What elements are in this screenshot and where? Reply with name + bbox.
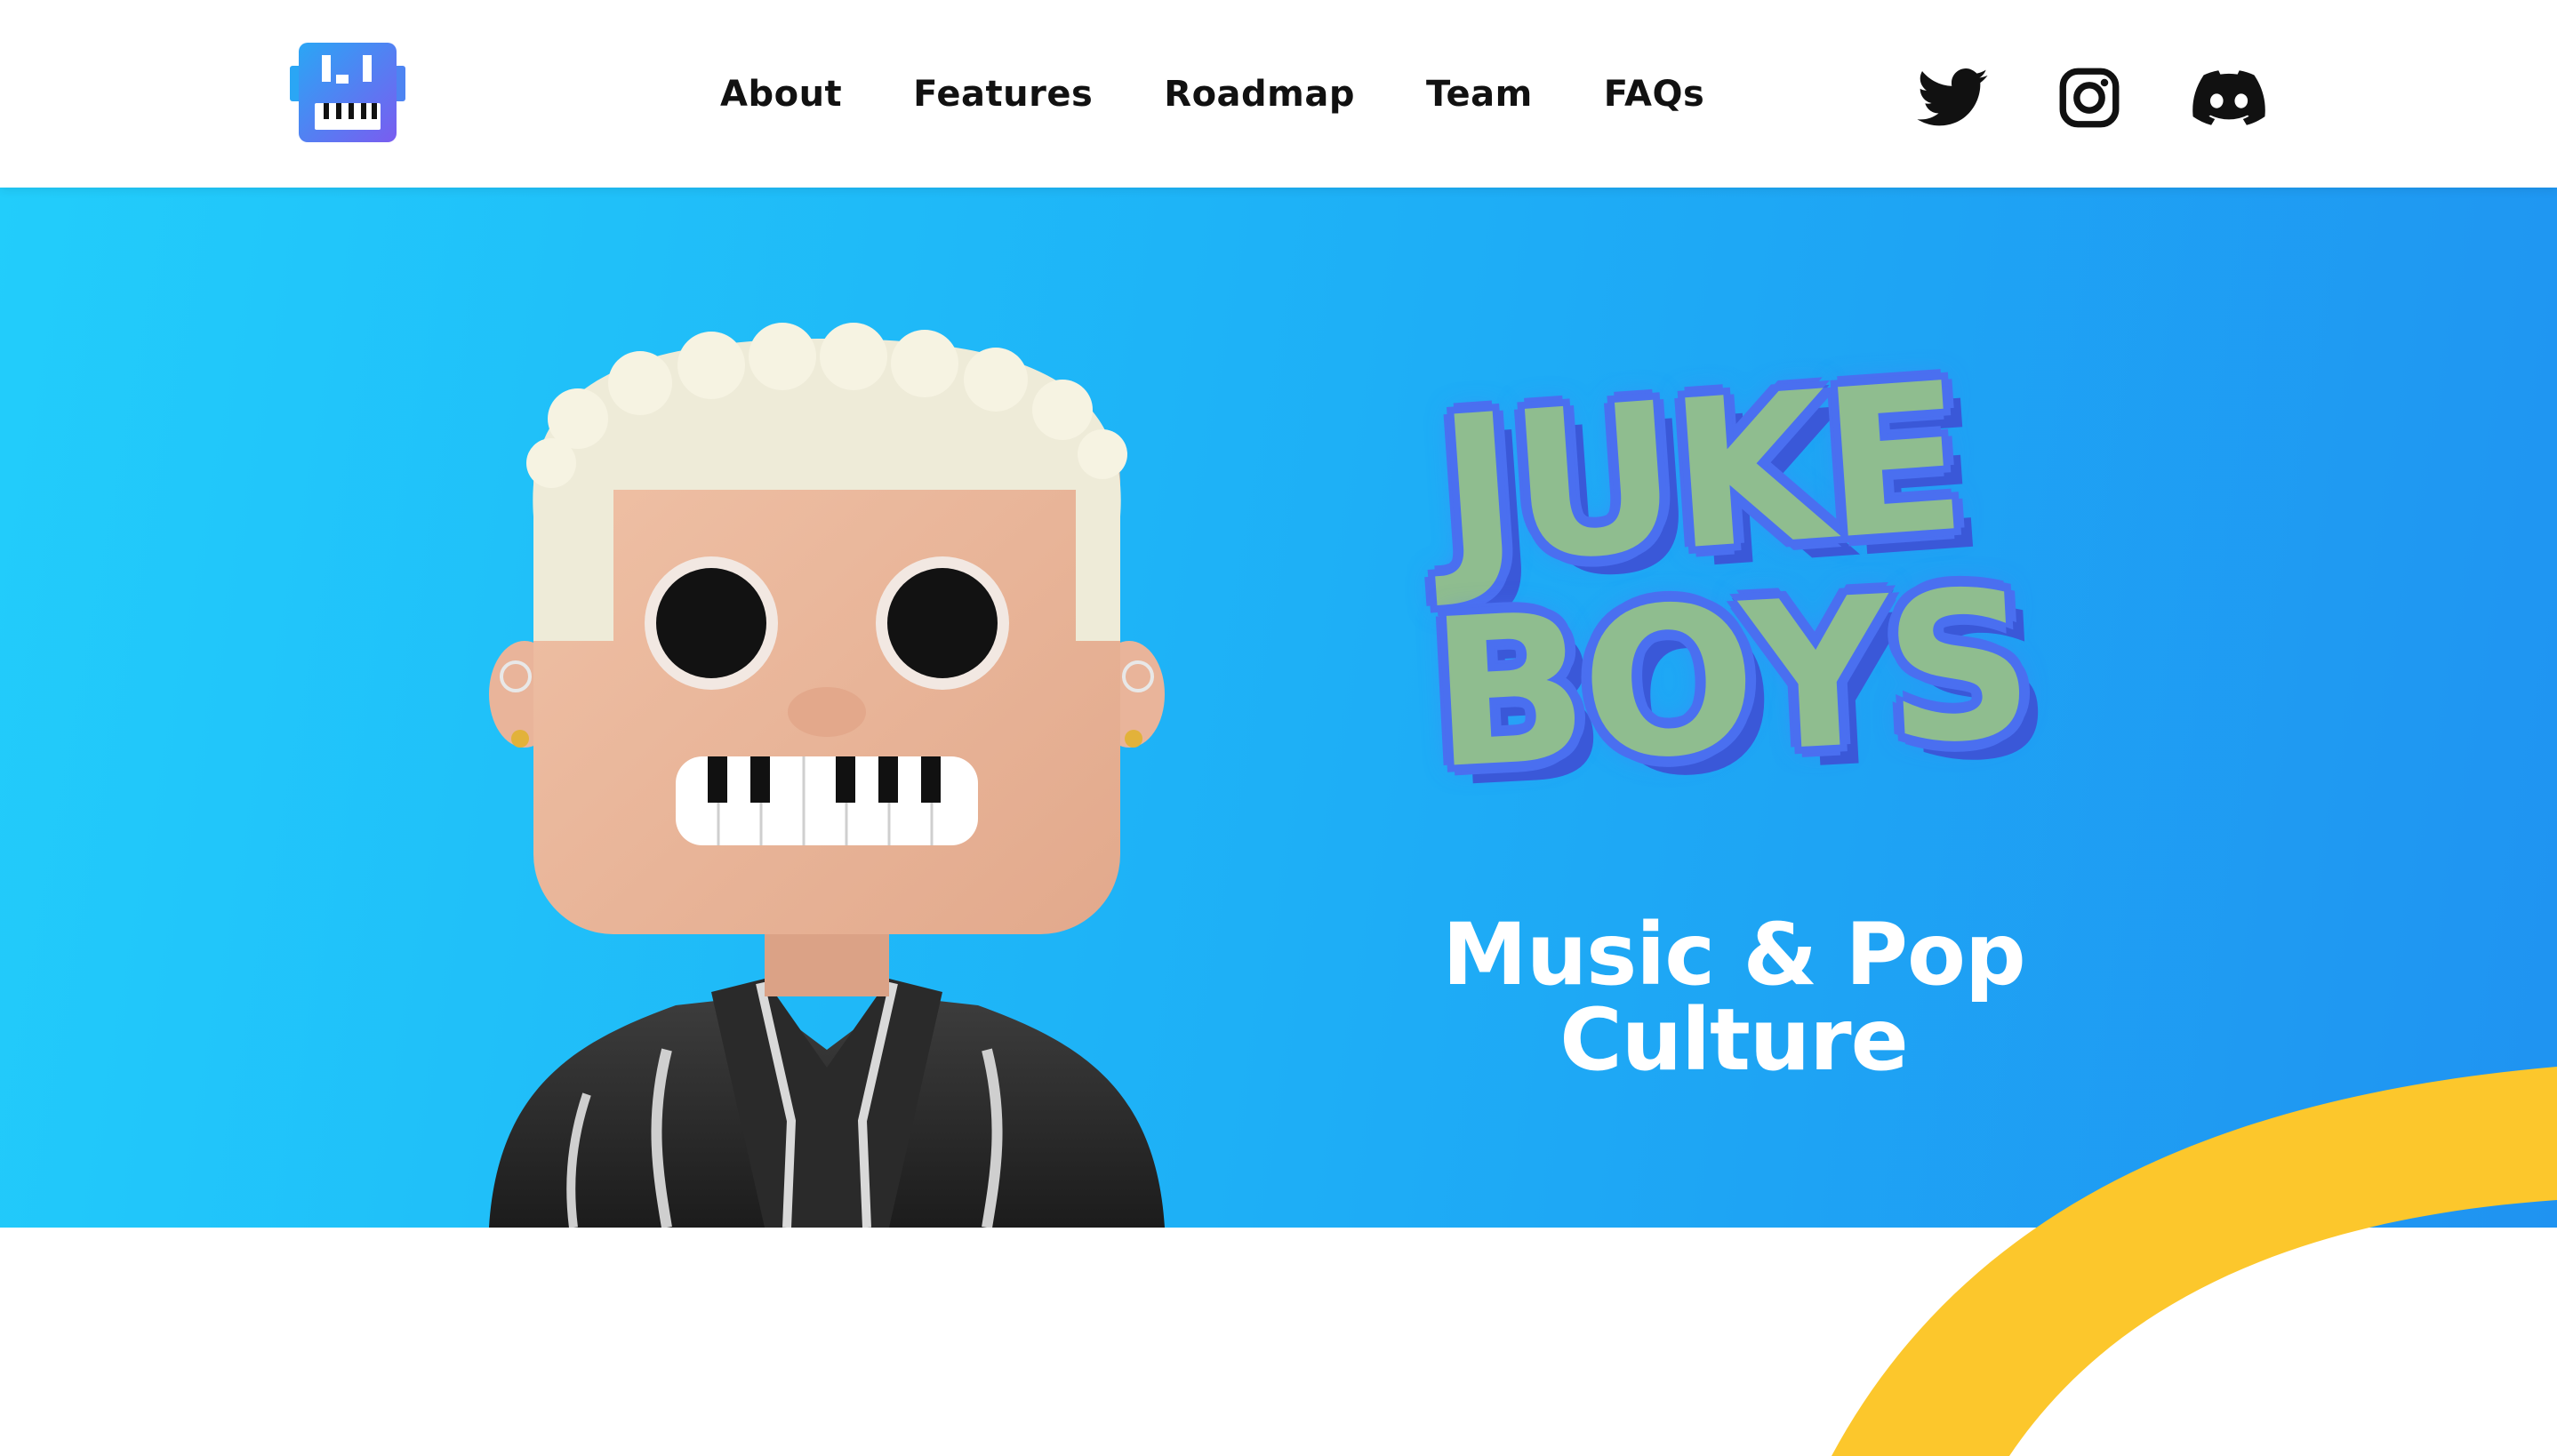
subtitle-line-2: Culture — [1559, 990, 1908, 1090]
content-section — [0, 1228, 2557, 1456]
hero-banner: JUKE BOYS Music & Pop Culture — [0, 188, 2557, 1228]
title-line-2: BOYS — [1423, 544, 2036, 818]
instagram-icon[interactable] — [2059, 64, 2123, 132]
hero-title: JUKE BOYS — [1396, 337, 2089, 836]
subtitle-line-1: Music & Pop — [1442, 905, 2025, 1004]
discord-icon[interactable] — [2192, 64, 2267, 132]
logo-icon[interactable] — [290, 41, 405, 146]
hero-subtitle: Music & Pop Culture — [1387, 912, 2080, 1083]
nav-link-features[interactable]: Features — [913, 74, 1093, 115]
juke-boy-character — [471, 321, 1182, 1228]
main-nav: About Features Roadmap Team FAQs — [720, 66, 1704, 123]
nav-link-roadmap[interactable]: Roadmap — [1164, 74, 1355, 115]
nav-link-faqs[interactable]: FAQs — [1604, 74, 1705, 115]
twitter-icon[interactable] — [1917, 64, 1992, 132]
top-navbar: About Features Roadmap Team FAQs — [0, 0, 2557, 188]
nav-link-team[interactable]: Team — [1426, 74, 1533, 115]
nav-link-about[interactable]: About — [720, 74, 842, 115]
